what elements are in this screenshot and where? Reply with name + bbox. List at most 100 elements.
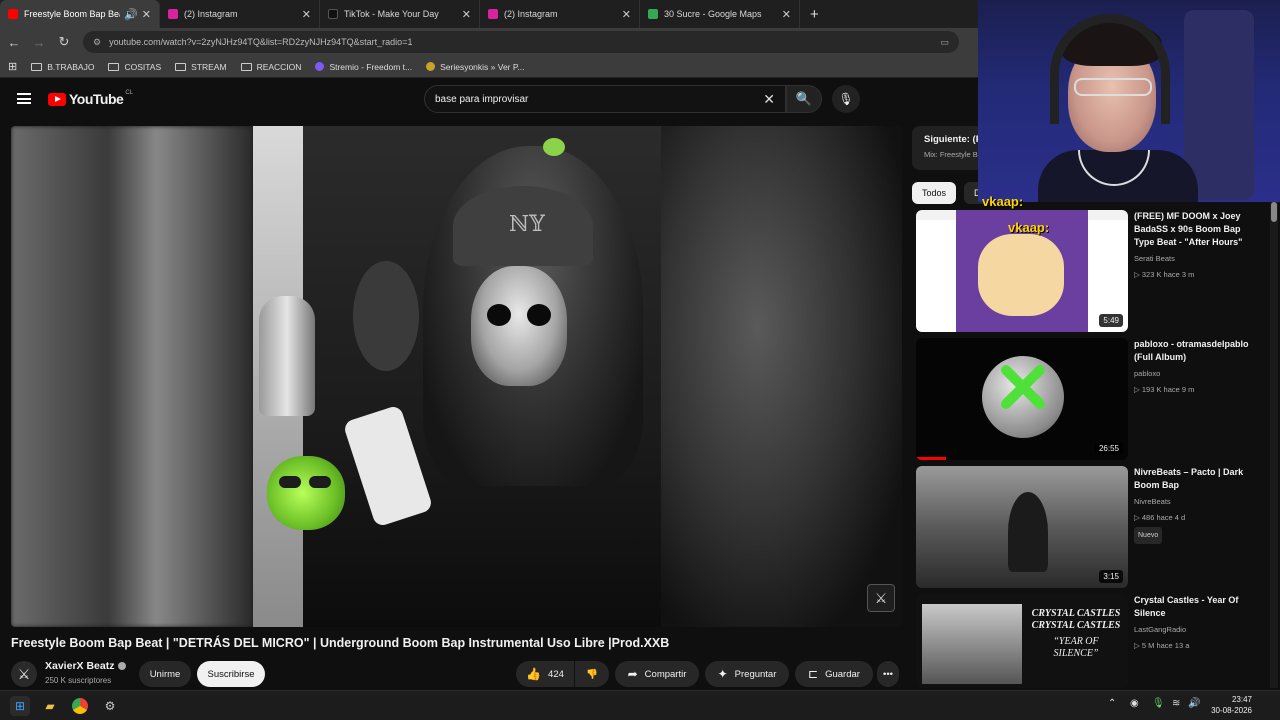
recommendation-item[interactable]: CRYSTAL CASTLES CRYSTAL CASTLES “YEAR OF… [916,594,1272,688]
app-icon[interactable]: ⚙ [100,696,120,716]
channel-watermark-icon[interactable]: ⚔ [867,584,895,612]
album-cover-text: CRYSTAL CASTLES CRYSTAL CASTLES “YEAR OF… [1028,608,1124,660]
tiktok-favicon-icon [328,9,338,19]
video-thumbnail[interactable]: 26:55 [916,338,1128,460]
voice-search-button[interactable]: 🎙 [832,85,860,113]
instagram-favicon-icon [168,9,178,19]
save-label: Guardar [825,668,860,680]
menu-icon[interactable] [17,93,31,104]
tray-mic-icon[interactable]: 🎙 [1152,698,1165,709]
reload-icon[interactable]: ↻ [53,34,75,50]
save-button[interactable]: ⊏ Guardar [795,661,873,687]
region-code: CL [125,90,133,96]
folder-icon [31,62,43,71]
up-next-panel[interactable]: Siguiente: (F Mix: Freestyle B [912,126,982,170]
video-title: Freestyle Boom Bap Beat | "DETRÁS DEL MI… [11,636,670,650]
volume-icon[interactable]: 🔊 [1188,698,1200,709]
tray-chevron-icon[interactable]: ⌃ [1108,698,1116,709]
bookmark-label: STREAM [191,61,227,72]
chrome-icon[interactable] [70,696,90,716]
site-info-icon[interactable]: ⚙ [93,37,101,48]
apps-grid-icon[interactable]: ⊞ [8,60,17,73]
album-cover-photo [922,604,1022,684]
dislike-button[interactable]: 👎 [575,661,609,687]
share-label: Compartir [644,668,687,680]
chat-overlay-name: vkaap: [1008,220,1050,235]
more-actions-button[interactable]: ••• [877,661,899,687]
tab-instagram-2[interactable]: (2) Instagram ✕ [480,0,640,28]
new-tab-button[interactable]: + [810,6,819,23]
recommendation-meta: ▷ 193 K hace 9 m [1134,385,1195,394]
video-thumbnail[interactable]: 3:15 [916,466,1128,588]
recommendation-text: Crystal Castles - Year Of Silence LastGa… [1134,594,1262,652]
share-button[interactable]: ➦ Compartir [615,661,699,687]
ask-button[interactable]: ✦ Preguntar [705,661,789,687]
ask-label: Preguntar [734,668,777,680]
bookmarks-bar: ⊞ B.TRABAJO COSITAS STREAM REACCION Stre… [0,56,980,78]
recommendation-meta: ▷ 323 K hace 3 m [1134,270,1195,279]
forward-arrow-icon[interactable]: → [28,35,50,50]
video-frame: ℕ𝕐 [253,126,661,627]
close-tab-icon[interactable]: ✕ [142,8,151,21]
bookmark-site[interactable]: Seriesyonkis » Ver P... [426,62,525,72]
folder-icon [240,62,252,71]
file-explorer-icon[interactable]: ▰ [40,696,60,716]
recommendation-text: pabloxo - otramasdelpablo (Full Album) p… [1134,338,1262,396]
close-tab-icon[interactable]: ✕ [462,8,471,21]
windows-start-icon[interactable]: ⊞ [10,696,30,716]
chip-todos[interactable]: Todos [912,182,957,204]
search-value: base para improvisar [435,93,529,105]
browser-tab-strip: Freestyle Boom Bap Beat | 🔊 ✕ (2) Instag… [0,0,980,28]
recommendations-sidebar: Siguiente: (F Mix: Freestyle B Todos De … [912,126,1280,688]
close-tab-icon[interactable]: ✕ [622,8,631,21]
tab-tiktok[interactable]: TikTok - Make Your Day ✕ [320,0,480,28]
stremio-icon [315,62,325,71]
recommendation-title: (FREE) MF DOOM x Joey BadaSS x 90s Boom … [1134,211,1243,247]
system-clock[interactable]: 23:47 30-08-2026 [1206,694,1252,716]
cast-icon[interactable]: ▭ [940,37,949,48]
smartphone [342,404,434,528]
wifi-icon[interactable]: ≋ [1172,698,1180,709]
recommendation-channel: Serati Beats [1134,254,1175,263]
video-player[interactable]: ℕ𝕐 ⚔ [11,126,902,627]
duration-badge: 5:49 [1099,314,1123,327]
speaker-icon[interactable]: 🔊 [124,8,138,21]
back-arrow-icon[interactable]: ← [3,35,25,50]
channel-avatar[interactable]: ⚔ [11,661,37,687]
video-thumbnail[interactable]: CRYSTAL CASTLES CRYSTAL CASTLES “YEAR OF… [916,594,1128,688]
recommendation-text: (FREE) MF DOOM x Joey BadaSS x 90s Boom … [1134,210,1262,281]
close-tab-icon[interactable]: ✕ [782,8,791,21]
join-button[interactable]: Unirme [139,661,191,687]
url-bar[interactable]: ⚙ youtube.com/watch?v=2zyNJHz94TQ&list=R… [83,31,959,53]
like-button[interactable]: 👍 424 [516,661,574,687]
cartoon-face [978,234,1064,316]
recommendation-title: Crystal Castles - Year Of Silence [1134,595,1239,618]
maps-favicon-icon [648,9,658,19]
search-input[interactable]: base para improvisar ✕ [424,85,786,113]
folder-icon [175,62,187,71]
sidebar-scrollbar[interactable] [1270,198,1278,688]
scrollbar-thumb[interactable] [1271,202,1277,222]
bookmark-folder[interactable]: REACCION [240,62,301,72]
green-dog-sticker [267,456,345,530]
tab-instagram[interactable]: (2) Instagram ✕ [160,0,320,28]
search-button[interactable]: 🔍 [786,85,822,113]
recommendation-item[interactable]: 3:15 NivreBeats – Pacto | Dark Boom Bap … [916,466,1272,588]
video-blurred-right [661,126,902,627]
tab-google-maps[interactable]: 30 Sucre - Google Maps ✕ [640,0,800,28]
close-tab-icon[interactable]: ✕ [302,8,311,21]
channel-name-wrap[interactable]: XavierX Beatz [45,660,127,672]
youtube-logo[interactable]: YouTube CL [48,90,133,107]
bookmark-folder[interactable]: STREAM [175,61,227,72]
up-next-title: Siguiente: (F [924,134,982,145]
clear-search-icon[interactable]: ✕ [763,91,775,108]
recommendation-item[interactable]: 26:55 pabloxo - otramasdelpablo (Full Al… [916,338,1272,460]
tab-youtube[interactable]: Freestyle Boom Bap Beat | 🔊 ✕ [0,0,160,28]
subscribe-label: Suscribirse [207,668,255,680]
bookmark-folder[interactable]: B.TRABAJO [31,62,94,72]
subscribe-button[interactable]: Suscribirse [197,661,265,687]
bookmark-icon: ⊏ [808,667,819,681]
bookmark-folder[interactable]: COSITAS [108,62,161,72]
bookmark-site[interactable]: Stremio - Freedom t... [315,62,412,72]
tray-app-icon[interactable]: ◉ [1130,698,1139,709]
